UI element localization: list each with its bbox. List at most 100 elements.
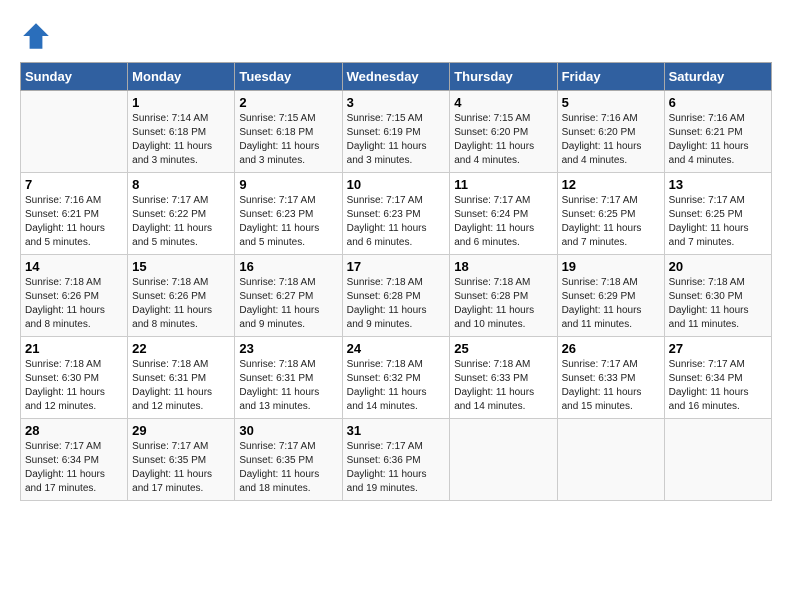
calendar-week-4: 21 Sunrise: 7:18 AM Sunset: 6:30 PM Dayli… (21, 337, 772, 419)
calendar-cell: 30 Sunrise: 7:17 AM Sunset: 6:35 PM Dayli… (235, 419, 342, 501)
day-info: Sunrise: 7:18 AM Sunset: 6:28 PM Dayligh… (454, 276, 552, 332)
calendar-cell: 23Sunrise: 7:18 AM Sunset: 6:31 PM Dayli… (235, 337, 342, 419)
day-number: 19 (562, 259, 660, 274)
calendar-cell: 31 Sunrise: 7:17 AM Sunset: 6:36 PM Dayli… (342, 419, 450, 501)
day-number: 14 (25, 259, 123, 274)
calendar-cell: 21 Sunrise: 7:18 AM Sunset: 6:30 PM Dayli… (21, 337, 128, 419)
day-info: Sunrise: 7:17 AM Sunset: 6:33 PM Dayligh… (562, 358, 660, 414)
calendar-week-1: 1 Sunrise: 7:14 AM Sunset: 6:18 PM Daylig… (21, 91, 772, 173)
calendar-cell: 6 Sunrise: 7:16 AM Sunset: 6:21 PM Daylig… (664, 91, 771, 173)
day-info: Sunrise: 7:16 AM Sunset: 6:21 PM Dayligh… (669, 112, 767, 168)
day-info: Sunrise: 7:17 AM Sunset: 6:25 PM Dayligh… (562, 194, 660, 250)
calendar-cell: 11 Sunrise: 7:17 AM Sunset: 6:24 PM Dayli… (450, 173, 557, 255)
day-number: 2 (239, 95, 337, 110)
day-info: Sunrise: 7:17 AM Sunset: 6:24 PM Dayligh… (454, 194, 552, 250)
day-number: 18 (454, 259, 552, 274)
day-info: Sunrise: 7:15 AM Sunset: 6:18 PM Dayligh… (239, 112, 337, 168)
day-info: Sunrise: 7:18 AM Sunset: 6:33 PM Dayligh… (454, 358, 552, 414)
calendar-cell: 17 Sunrise: 7:18 AM Sunset: 6:28 PM Dayli… (342, 255, 450, 337)
calendar-cell: 8 Sunrise: 7:17 AM Sunset: 6:22 PM Daylig… (128, 173, 235, 255)
day-info: Sunrise: 7:17 AM Sunset: 6:35 PM Dayligh… (239, 440, 337, 496)
calendar-cell: 28 Sunrise: 7:17 AM Sunset: 6:34 PM Dayli… (21, 419, 128, 501)
calendar-cell: 4 Sunrise: 7:15 AM Sunset: 6:20 PM Daylig… (450, 91, 557, 173)
page-header (20, 20, 772, 52)
col-header-thursday: Thursday (450, 63, 557, 91)
col-header-saturday: Saturday (664, 63, 771, 91)
logo (20, 20, 56, 52)
day-number: 23 (239, 341, 337, 356)
day-number: 22 (132, 341, 230, 356)
calendar-cell: 10 Sunrise: 7:17 AM Sunset: 6:23 PM Dayli… (342, 173, 450, 255)
col-header-monday: Monday (128, 63, 235, 91)
day-info: Sunrise: 7:17 AM Sunset: 6:36 PM Dayligh… (347, 440, 446, 496)
day-number: 13 (669, 177, 767, 192)
day-info: Sunrise: 7:17 AM Sunset: 6:35 PM Dayligh… (132, 440, 230, 496)
calendar-cell: 19 Sunrise: 7:18 AM Sunset: 6:29 PM Dayli… (557, 255, 664, 337)
col-header-tuesday: Tuesday (235, 63, 342, 91)
col-header-sunday: Sunday (21, 63, 128, 91)
day-number: 29 (132, 423, 230, 438)
day-number: 11 (454, 177, 552, 192)
calendar-cell: 25 Sunrise: 7:18 AM Sunset: 6:33 PM Dayli… (450, 337, 557, 419)
day-number: 10 (347, 177, 446, 192)
day-number: 28 (25, 423, 123, 438)
day-number: 12 (562, 177, 660, 192)
day-number: 16 (239, 259, 337, 274)
day-info: Sunrise: 7:17 AM Sunset: 6:34 PM Dayligh… (25, 440, 123, 496)
calendar-header-row: SundayMondayTuesdayWednesdayThursdayFrid… (21, 63, 772, 91)
day-number: 31 (347, 423, 446, 438)
day-info: Sunrise: 7:15 AM Sunset: 6:19 PM Dayligh… (347, 112, 446, 168)
day-info: Sunrise: 7:17 AM Sunset: 6:22 PM Dayligh… (132, 194, 230, 250)
calendar-cell: 27Sunrise: 7:17 AM Sunset: 6:34 PM Dayli… (664, 337, 771, 419)
day-number: 17 (347, 259, 446, 274)
calendar-cell: 18 Sunrise: 7:18 AM Sunset: 6:28 PM Dayli… (450, 255, 557, 337)
calendar-cell: 13Sunrise: 7:17 AM Sunset: 6:25 PM Dayli… (664, 173, 771, 255)
day-number: 1 (132, 95, 230, 110)
calendar-cell (21, 91, 128, 173)
col-header-wednesday: Wednesday (342, 63, 450, 91)
day-info: Sunrise: 7:18 AM Sunset: 6:30 PM Dayligh… (25, 358, 123, 414)
calendar-cell: 1 Sunrise: 7:14 AM Sunset: 6:18 PM Daylig… (128, 91, 235, 173)
calendar-body: 1 Sunrise: 7:14 AM Sunset: 6:18 PM Daylig… (21, 91, 772, 501)
calendar-cell: 29 Sunrise: 7:17 AM Sunset: 6:35 PM Dayli… (128, 419, 235, 501)
day-info: Sunrise: 7:14 AM Sunset: 6:18 PM Dayligh… (132, 112, 230, 168)
day-number: 9 (239, 177, 337, 192)
calendar-cell: 14 Sunrise: 7:18 AM Sunset: 6:26 PM Dayli… (21, 255, 128, 337)
logo-icon (20, 20, 52, 52)
day-number: 27 (669, 341, 767, 356)
day-number: 25 (454, 341, 552, 356)
day-info: Sunrise: 7:15 AM Sunset: 6:20 PM Dayligh… (454, 112, 552, 168)
calendar-cell: 15Sunrise: 7:18 AM Sunset: 6:26 PM Dayli… (128, 255, 235, 337)
day-number: 7 (25, 177, 123, 192)
day-number: 21 (25, 341, 123, 356)
col-header-friday: Friday (557, 63, 664, 91)
calendar-cell (664, 419, 771, 501)
day-number: 24 (347, 341, 446, 356)
day-number: 4 (454, 95, 552, 110)
day-number: 30 (239, 423, 337, 438)
day-info: Sunrise: 7:18 AM Sunset: 6:26 PM Dayligh… (25, 276, 123, 332)
day-info: Sunrise: 7:18 AM Sunset: 6:31 PM Dayligh… (132, 358, 230, 414)
calendar-week-3: 14 Sunrise: 7:18 AM Sunset: 6:26 PM Dayli… (21, 255, 772, 337)
calendar-cell: 20 Sunrise: 7:18 AM Sunset: 6:30 PM Dayli… (664, 255, 771, 337)
day-number: 3 (347, 95, 446, 110)
calendar-cell: 24Sunrise: 7:18 AM Sunset: 6:32 PM Dayli… (342, 337, 450, 419)
calendar-week-5: 28 Sunrise: 7:17 AM Sunset: 6:34 PM Dayli… (21, 419, 772, 501)
calendar-table: SundayMondayTuesdayWednesdayThursdayFrid… (20, 62, 772, 501)
day-info: Sunrise: 7:17 AM Sunset: 6:23 PM Dayligh… (347, 194, 446, 250)
day-info: Sunrise: 7:16 AM Sunset: 6:21 PM Dayligh… (25, 194, 123, 250)
day-number: 15 (132, 259, 230, 274)
day-number: 20 (669, 259, 767, 274)
day-info: Sunrise: 7:18 AM Sunset: 6:28 PM Dayligh… (347, 276, 446, 332)
calendar-cell: 22 Sunrise: 7:18 AM Sunset: 6:31 PM Dayli… (128, 337, 235, 419)
day-info: Sunrise: 7:17 AM Sunset: 6:23 PM Dayligh… (239, 194, 337, 250)
calendar-cell (557, 419, 664, 501)
day-info: Sunrise: 7:18 AM Sunset: 6:29 PM Dayligh… (562, 276, 660, 332)
day-number: 8 (132, 177, 230, 192)
day-info: Sunrise: 7:18 AM Sunset: 6:27 PM Dayligh… (239, 276, 337, 332)
calendar-week-2: 7 Sunrise: 7:16 AM Sunset: 6:21 PM Daylig… (21, 173, 772, 255)
day-info: Sunrise: 7:18 AM Sunset: 6:30 PM Dayligh… (669, 276, 767, 332)
calendar-cell: 12 Sunrise: 7:17 AM Sunset: 6:25 PM Dayli… (557, 173, 664, 255)
day-number: 6 (669, 95, 767, 110)
calendar-cell (450, 419, 557, 501)
